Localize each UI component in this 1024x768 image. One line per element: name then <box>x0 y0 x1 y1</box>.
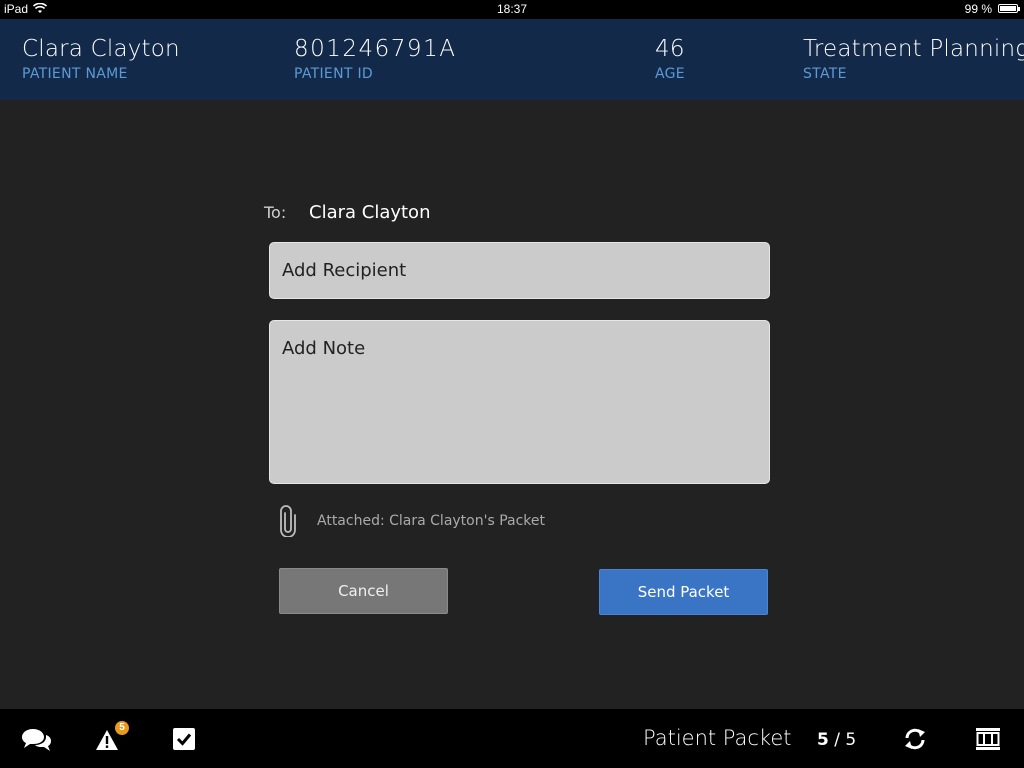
page-counter: 5 / 5 <box>817 730 856 750</box>
alert-count-badge: 5 <box>115 721 129 735</box>
age-label: AGE <box>655 66 685 82</box>
patient-name-label: PATIENT NAME <box>22 66 128 82</box>
status-bar: iPad 18:37 99 % <box>0 0 1024 19</box>
age-field: 46 AGE <box>655 36 685 82</box>
state-field: Treatment Planning STATE <box>803 36 1024 82</box>
to-recipient: Clara Clayton <box>309 202 431 223</box>
patient-id: 801246791A <box>294 36 457 62</box>
clock: 18:37 <box>496 2 528 16</box>
page-current: 5 <box>817 730 829 750</box>
cancel-button[interactable]: Cancel <box>279 568 448 614</box>
patient-state: Treatment Planning <box>803 36 1024 62</box>
state-label: STATE <box>803 66 847 82</box>
patient-name-field: Clara Clayton PATIENT NAME <box>22 36 180 82</box>
alert-icon[interactable] <box>95 729 119 751</box>
chat-icon[interactable] <box>21 727 52 752</box>
to-label: To: <box>264 203 287 222</box>
page-separator: / <box>828 730 846 750</box>
add-note-placeholder: Add Note <box>282 338 366 359</box>
send-packet-button[interactable]: Send Packet <box>599 569 768 615</box>
add-recipient-placeholder: Add Recipient <box>282 260 407 281</box>
paperclip-icon <box>280 505 296 537</box>
grid-icon[interactable] <box>976 728 1000 750</box>
patient-id-field: 801246791A PATIENT ID <box>294 36 456 82</box>
attachment-label: Attached: Clara Clayton's Packet <box>317 513 546 529</box>
add-note-field[interactable]: Add Note <box>269 320 770 484</box>
battery-icon <box>998 4 1020 13</box>
bottom-toolbar: 5 Patient Packet 5 / 5 <box>0 709 1024 768</box>
add-recipient-field[interactable]: Add Recipient <box>269 242 770 299</box>
patient-id-label: PATIENT ID <box>294 66 373 82</box>
patient-name: Clara Clayton <box>22 36 180 62</box>
battery-percent: 99 % <box>964 2 992 16</box>
patient-age: 46 <box>655 36 685 62</box>
patient-header: Clara Clayton PATIENT NAME 801246791A PA… <box>0 19 1024 100</box>
checkbox-icon[interactable] <box>173 728 195 750</box>
sync-icon[interactable] <box>903 727 927 751</box>
packet-title: Patient Packet <box>643 726 792 750</box>
page-total: 5 <box>845 730 857 750</box>
